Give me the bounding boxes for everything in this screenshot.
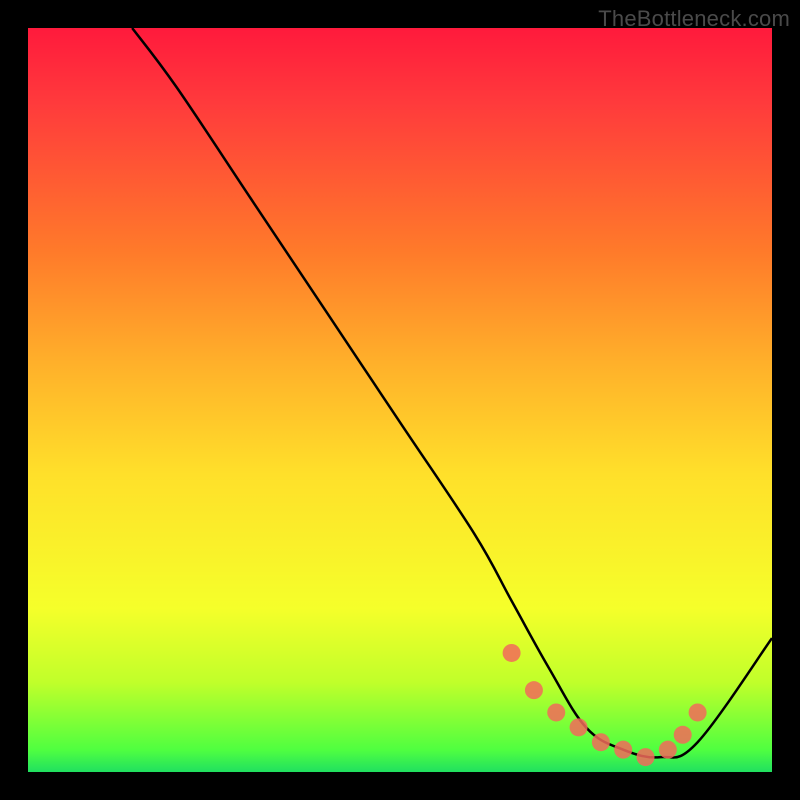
- marker-point: [503, 644, 521, 662]
- curve-layer: [28, 28, 772, 772]
- marker-point: [689, 703, 707, 721]
- chart-frame: TheBottleneck.com: [0, 0, 800, 800]
- highlight-markers: [503, 644, 707, 766]
- plot-area: [28, 28, 772, 772]
- marker-point: [637, 748, 655, 766]
- marker-point: [659, 741, 677, 759]
- marker-point: [570, 718, 588, 736]
- marker-point: [525, 681, 543, 699]
- marker-point: [592, 733, 610, 751]
- marker-point: [614, 741, 632, 759]
- watermark-text: TheBottleneck.com: [598, 6, 790, 32]
- marker-point: [674, 726, 692, 744]
- bottleneck-curve: [132, 28, 772, 757]
- marker-point: [547, 703, 565, 721]
